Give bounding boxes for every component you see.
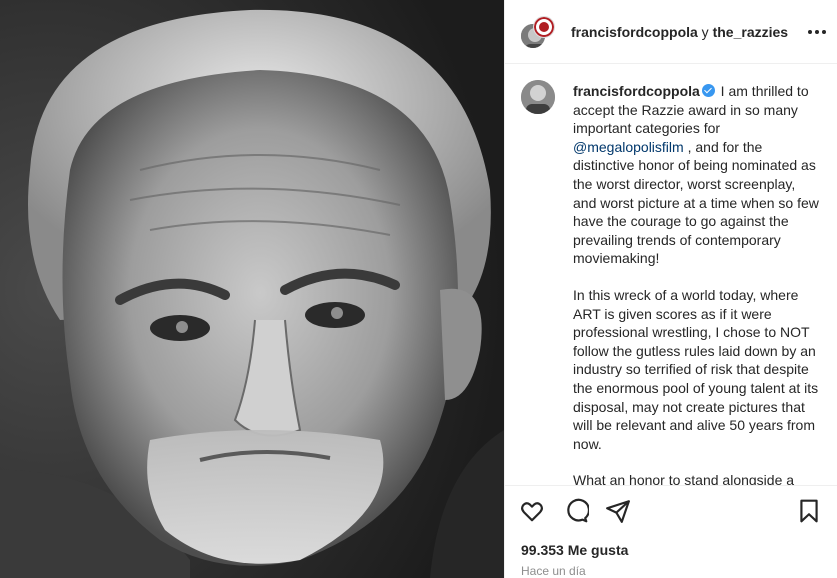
caption-para2: In this wreck of a world today, where AR… — [573, 286, 819, 452]
more-options-icon[interactable] — [808, 23, 826, 41]
post-timestamp[interactable]: Hace un día — [521, 564, 586, 578]
coauthor-avatar[interactable] — [533, 16, 555, 38]
caption-para3: What an honor to stand alongside a — [573, 472, 795, 485]
post-detail-panel: francisfordcoppola y the_razzies francis… — [504, 0, 837, 578]
mention-link[interactable]: @megalopolisfilm — [573, 139, 684, 155]
caption-text: francisfordcoppola I am thrilled to acce… — [573, 82, 821, 485]
heart-icon[interactable] — [519, 498, 547, 526]
post-header: francisfordcoppola y the_razzies — [505, 0, 837, 64]
coauthor-username-link[interactable]: the_razzies — [713, 24, 788, 40]
caption-para1-after: , and for the distinctive honor of being… — [573, 138, 819, 267]
caption-author-avatar[interactable] — [521, 80, 555, 114]
comment-icon[interactable] — [563, 498, 591, 526]
post-photo[interactable] — [0, 0, 504, 578]
post-header-title: francisfordcoppola y the_razzies — [571, 24, 788, 40]
action-bar — [519, 498, 824, 526]
bookmark-icon[interactable] — [796, 498, 824, 526]
caption-area[interactable]: francisfordcoppola I am thrilled to acce… — [505, 65, 837, 485]
portrait-image — [0, 0, 504, 578]
caption-username-link[interactable]: francisfordcoppola — [573, 83, 700, 99]
post-footer: 99.353 Me gusta Hace un día — [505, 485, 837, 578]
share-icon[interactable] — [605, 498, 633, 526]
verified-badge-icon — [701, 84, 715, 97]
author-username-link[interactable]: francisfordcoppola — [571, 24, 698, 40]
collab-avatars[interactable] — [519, 16, 555, 50]
likes-count[interactable]: 99.353 Me gusta — [521, 542, 628, 558]
collab-joiner: y — [697, 24, 713, 40]
